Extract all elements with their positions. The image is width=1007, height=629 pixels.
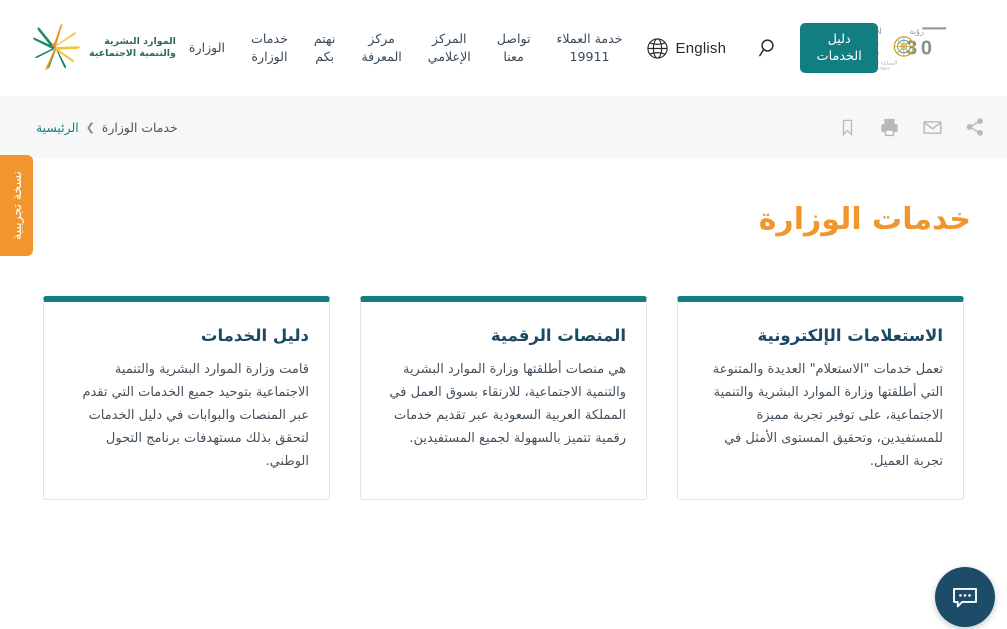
svg-text:0: 0: [921, 38, 932, 60]
ministry-logo[interactable]: الموارد البشرية والتنمية الاجتماعية: [28, 23, 176, 73]
print-icon[interactable]: [879, 117, 900, 138]
ministry-star-logo-icon: [32, 23, 80, 71]
nav-item-ministry[interactable]: الوزارة: [176, 39, 238, 57]
card-services-guide[interactable]: دليل الخدمات قامت وزارة الموارد البشرية …: [43, 296, 330, 500]
globe-icon: [646, 37, 668, 59]
ministry-name-line2: والتنمية الاجتماعية: [89, 48, 176, 59]
card-title: دليل الخدمات: [200, 326, 309, 345]
nav-item-knowledge-center[interactable]: مركز المعرفة: [348, 30, 414, 66]
services-guide-button[interactable]: دليل الخدمات: [800, 23, 879, 73]
service-cards: دليل الخدمات قامت وزارة الموارد البشرية …: [0, 237, 1007, 500]
chat-button[interactable]: [935, 567, 995, 627]
breadcrumb-bar: الرئيسية ❯ خدمات الوزارة: [0, 96, 1007, 158]
page-tools: [838, 117, 985, 138]
card-body: تعمل خدمات "الاستعلام" العديدة والمتنوعة…: [712, 362, 943, 469]
chat-bubble-icon: [953, 587, 977, 608]
bookmark-icon[interactable]: [838, 118, 857, 137]
svg-text:KINGDOM OF SAUDI ARABIA: KINGDOM OF SAUDI ARABIA: [878, 66, 890, 71]
card-body: هي منصات أطلقتها وزارة الموارد البشرية و…: [389, 362, 626, 446]
card-digital-platforms[interactable]: المنصات الرقمية هي منصات أطلقتها وزارة ا…: [360, 296, 647, 500]
beta-version-tab[interactable]: نسخة تجريبية: [0, 155, 33, 256]
email-icon[interactable]: [922, 117, 943, 138]
language-toggle[interactable]: English: [646, 37, 727, 60]
main-navigation: الوزارة خدمات الوزارة نهتم بكم مركز المع…: [176, 30, 636, 66]
card-title: المنصات الرقمية: [490, 326, 626, 345]
ministry-name: الموارد البشرية والتنمية الاجتماعية: [89, 36, 176, 60]
nav-item-we-care[interactable]: نهتم بكم: [301, 30, 349, 66]
beta-version-label: نسخة تجريبية: [9, 171, 24, 240]
breadcrumb-separator-icon: ❯: [85, 120, 95, 134]
ministry-name-line1: الموارد البشرية: [104, 36, 176, 48]
card-electronic-inquiries[interactable]: الاستعلامات الإلكترونية تعمل خدمات "الاس…: [677, 296, 964, 500]
svg-text:VISION: VISION: [878, 26, 882, 36]
share-icon[interactable]: [965, 117, 985, 137]
page-title: خدمات الوزارة: [758, 202, 971, 237]
nav-item-contact-us[interactable]: تواصل معنا: [484, 30, 544, 66]
nav-item-customer-service[interactable]: خدمة العملاء 19911: [544, 30, 636, 66]
svg-text:2: 2: [878, 38, 879, 60]
search-icon: [759, 39, 774, 57]
search-button[interactable]: [756, 35, 782, 61]
nav-item-media-center[interactable]: المركز الإعلامي: [415, 30, 484, 66]
breadcrumb-home-link[interactable]: الرئيسية: [36, 120, 79, 135]
vision-2030-logo-icon[interactable]: VISION رؤية 2 3 0 المملكة العربية السعود…: [878, 23, 952, 73]
breadcrumb: الرئيسية ❯ خدمات الوزارة: [36, 120, 178, 135]
svg-text:رؤية: رؤية: [910, 26, 925, 36]
card-body: قامت وزارة الموارد البشرية والتنمية الاج…: [82, 362, 309, 469]
language-toggle-label: English: [675, 39, 727, 57]
card-title: الاستعلامات الإلكترونية: [757, 326, 943, 345]
site-header: الموارد البشرية والتنمية الاجتماعية الوز…: [0, 0, 1007, 96]
breadcrumb-current: خدمات الوزارة: [101, 119, 178, 135]
svg-text:المملكة العربية السعودية: المملكة العربية السعودية: [878, 60, 897, 66]
nav-item-ministry-services[interactable]: خدمات الوزارة: [238, 30, 301, 66]
